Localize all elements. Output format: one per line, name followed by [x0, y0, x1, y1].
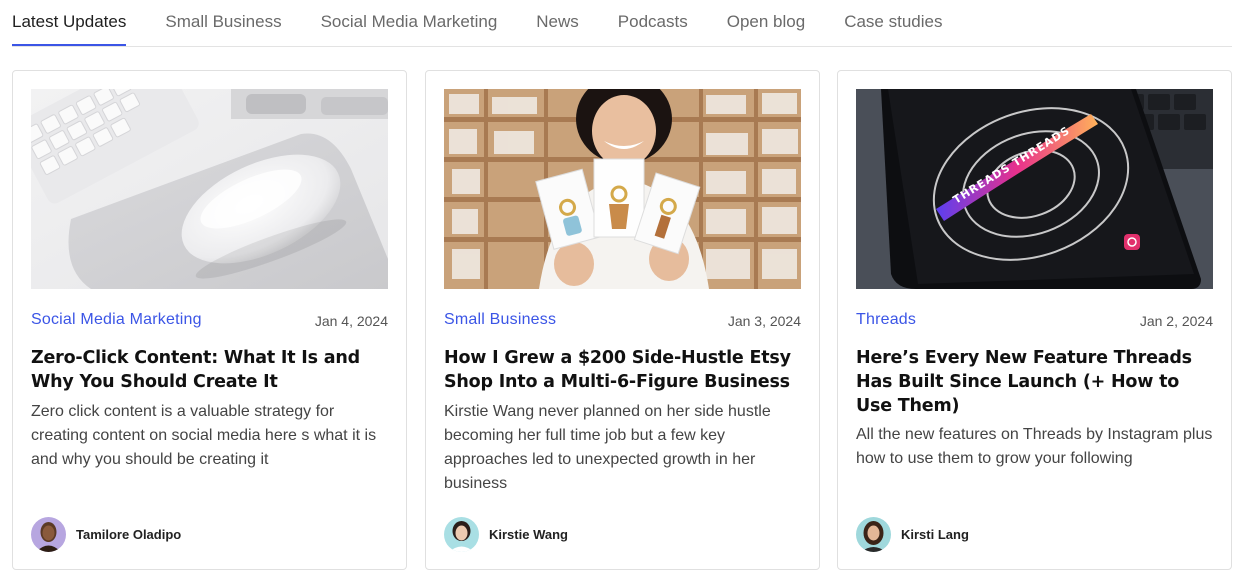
tab-open-blog[interactable]: Open blog — [727, 0, 805, 46]
article-thumbnail[interactable] — [444, 89, 801, 289]
article-excerpt: All the new features on Threads by Insta… — [856, 426, 1213, 467]
tab-news[interactable]: News — [536, 0, 579, 46]
article-card[interactable]: Small Business Jan 3, 2024 How I Grew a … — [425, 70, 820, 570]
avatar — [856, 516, 891, 552]
tab-case-studies[interactable]: Case studies — [844, 0, 942, 46]
article-excerpt: Kirstie Wang never planned on her side h… — [444, 403, 771, 492]
avatar — [444, 516, 479, 552]
article-author[interactable]: Kirstie Wang — [444, 516, 568, 552]
author-name: Kirstie Wang — [489, 526, 568, 542]
article-date: Jan 2, 2024 — [1139, 313, 1213, 329]
article-title[interactable]: How I Grew a $200 Side-Hustle Etsy Shop … — [444, 346, 805, 394]
article-thumbnail[interactable] — [31, 89, 388, 289]
avatar — [31, 516, 66, 552]
tab-social-media-marketing[interactable]: Social Media Marketing — [321, 0, 498, 46]
threads-phone-image: THREADS THREADS — [856, 89, 1213, 289]
article-date: Jan 3, 2024 — [727, 313, 801, 329]
article-card[interactable]: Social Media Marketing Jan 4, 2024 Zero-… — [12, 70, 407, 570]
article-date: Jan 4, 2024 — [314, 313, 388, 329]
article-thumbnail[interactable]: THREADS THREADS — [856, 89, 1213, 289]
author-name: Kirsti Lang — [901, 526, 969, 542]
article-card[interactable]: THREADS THREADS Threads Jan 2, 2024 Here… — [837, 70, 1232, 570]
article-category-link[interactable]: Threads — [856, 311, 916, 329]
tab-podcasts[interactable]: Podcasts — [618, 0, 688, 46]
category-tabs: Latest Updates Small Business Social Med… — [12, 0, 1232, 47]
woman-holding-keychains-image — [444, 89, 801, 289]
article-category-link[interactable]: Small Business — [444, 311, 556, 329]
tab-latest-updates[interactable]: Latest Updates — [12, 0, 127, 46]
article-title[interactable]: Zero-Click Content: What It Is and Why Y… — [31, 346, 392, 394]
article-title[interactable]: Here’s Every New Feature Threads Has Bui… — [856, 346, 1217, 418]
author-name: Tamilore Oladipo — [76, 526, 182, 542]
article-author[interactable]: Kirsti Lang — [856, 516, 969, 552]
tab-small-business[interactable]: Small Business — [165, 0, 281, 46]
article-category-link[interactable]: Social Media Marketing — [31, 311, 202, 329]
article-author[interactable]: Tamilore Oladipo — [31, 516, 181, 552]
article-excerpt: Zero click content is a valuable strateg… — [31, 403, 377, 468]
mouse-on-desk-image — [31, 89, 388, 289]
